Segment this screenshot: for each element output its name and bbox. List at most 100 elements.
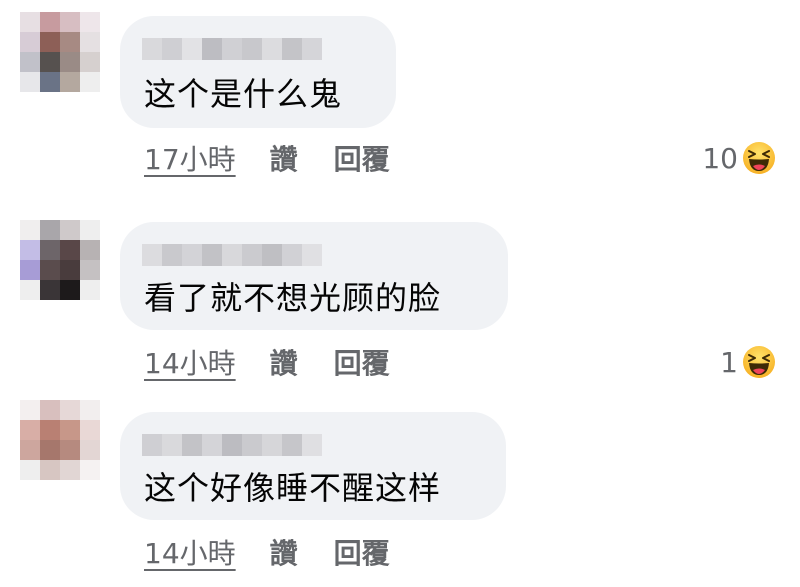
avatar-pixel: [80, 32, 100, 52]
comment-timestamp[interactable]: 17小時: [144, 138, 236, 178]
avatar-pixel: [20, 52, 40, 72]
comment-timestamp[interactable]: 14小時: [144, 342, 236, 382]
comment-bubble: 这个好像睡不醒这样: [120, 412, 506, 520]
avatar-pixel: [40, 32, 60, 52]
avatar-pixel: [60, 260, 80, 280]
avatar-pixel: [40, 52, 60, 72]
avatar-pixel: [80, 280, 100, 300]
name-blur-pixel: [302, 244, 322, 266]
name-blur-pixel: [202, 38, 222, 60]
avatar-pixel: [40, 240, 60, 260]
avatar-pixel: [40, 460, 60, 480]
name-blur-pixel: [202, 434, 222, 456]
avatar-pixel: [20, 420, 40, 440]
commenter-name-blurred[interactable]: [142, 38, 322, 60]
name-blur-pixel: [162, 38, 182, 60]
comment-text: 这个好像睡不醒这样: [144, 469, 442, 507]
name-blur-pixel: [162, 244, 182, 266]
name-blur-pixel: [302, 38, 322, 60]
comment-actions: 14小時 讚 回覆: [144, 532, 426, 572]
name-blur-pixel: [182, 434, 202, 456]
name-blur-pixel: [262, 434, 282, 456]
like-button[interactable]: 讚: [270, 532, 298, 572]
name-blur-pixel: [242, 434, 262, 456]
avatar-pixel: [40, 12, 60, 32]
avatar-pixel: [40, 280, 60, 300]
name-blur-pixel: [222, 38, 242, 60]
avatar-pixel: [80, 420, 100, 440]
avatar-pixel: [80, 72, 100, 92]
name-blur-pixel: [182, 38, 202, 60]
name-blur-pixel: [162, 434, 182, 456]
avatar[interactable]: [20, 220, 100, 300]
name-blur-pixel: [222, 244, 242, 266]
avatar-pixel: [60, 32, 80, 52]
avatar-pixel: [60, 220, 80, 240]
avatar[interactable]: [20, 12, 100, 92]
name-blur-pixel: [142, 38, 162, 60]
avatar-pixel: [60, 420, 80, 440]
avatar-pixel: [40, 72, 60, 92]
avatar-pixel: [60, 52, 80, 72]
comment-text: 看了就不想光顾的脸: [144, 279, 442, 317]
avatar-pixel: [80, 12, 100, 32]
avatar-pixel: [80, 460, 100, 480]
avatar-pixel: [40, 220, 60, 240]
reaction-count: 10: [702, 141, 738, 175]
commenter-name-blurred[interactable]: [142, 244, 322, 266]
avatar-pixel: [80, 400, 100, 420]
avatar-pixel: [60, 400, 80, 420]
avatar-pixel: [40, 420, 60, 440]
avatar-pixel: [20, 440, 40, 460]
name-blur-pixel: [242, 244, 262, 266]
avatar-pixel: [60, 72, 80, 92]
name-blur-pixel: [202, 244, 222, 266]
avatar-pixel: [40, 260, 60, 280]
avatar-pixel: [80, 440, 100, 460]
avatar-pixel: [20, 260, 40, 280]
avatar-pixel: [20, 12, 40, 32]
name-blur-pixel: [262, 38, 282, 60]
avatar-pixel: [20, 32, 40, 52]
comment-text: 这个是什么鬼: [144, 75, 343, 113]
name-blur-pixel: [282, 434, 302, 456]
commenter-name-blurred[interactable]: [142, 434, 322, 456]
comment-actions: 14小時 讚 回覆: [144, 342, 426, 382]
reaction-summary[interactable]: 10: [702, 138, 776, 178]
avatar-pixel: [40, 440, 60, 460]
avatar[interactable]: [20, 400, 100, 480]
avatar-pixel: [20, 280, 40, 300]
avatar-pixel: [80, 260, 100, 280]
comment-bubble: 看了就不想光顾的脸: [120, 222, 508, 330]
avatar-pixel: [20, 460, 40, 480]
avatar-pixel: [40, 400, 60, 420]
avatar-pixel: [60, 240, 80, 260]
name-blur-pixel: [282, 38, 302, 60]
haha-emoji-icon: [743, 346, 775, 378]
avatar-pixel: [60, 280, 80, 300]
haha-emoji-icon: [743, 142, 775, 174]
avatar-pixel: [60, 12, 80, 32]
name-blur-pixel: [302, 434, 322, 456]
avatar-pixel: [80, 220, 100, 240]
avatar-pixel: [60, 440, 80, 460]
reaction-count: 1: [720, 345, 738, 379]
comment-timestamp[interactable]: 14小時: [144, 532, 236, 572]
avatar-pixel: [80, 240, 100, 260]
name-blur-pixel: [142, 244, 162, 266]
reply-button[interactable]: 回覆: [334, 532, 390, 572]
name-blur-pixel: [142, 434, 162, 456]
avatar-pixel: [20, 220, 40, 240]
reply-button[interactable]: 回覆: [334, 342, 390, 382]
avatar-pixel: [60, 460, 80, 480]
avatar-pixel: [80, 52, 100, 72]
name-blur-pixel: [242, 38, 262, 60]
reply-button[interactable]: 回覆: [334, 138, 390, 178]
name-blur-pixel: [182, 244, 202, 266]
like-button[interactable]: 讚: [270, 342, 298, 382]
avatar-pixel: [20, 240, 40, 260]
comment-bubble: 这个是什么鬼: [120, 16, 396, 128]
reaction-summary[interactable]: 1: [720, 342, 776, 382]
like-button[interactable]: 讚: [270, 138, 298, 178]
avatar-pixel: [20, 72, 40, 92]
